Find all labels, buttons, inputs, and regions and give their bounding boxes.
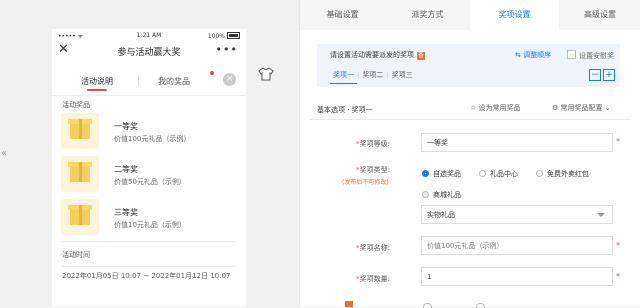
radio-icon [479,170,486,177]
prize-item: 三等奖 价值10元礼品（示例） [52,196,246,239]
prize-name: 二等奖 [114,165,138,174]
prize-hint-card: 请设置活动需要派发的奖项备 ⇆ 调整顺序 设置安慰奖 奖项一 | 奖项二 | 奖项三 −… [317,44,620,87]
quantity-input[interactable]: 1 [421,267,613,286]
gift-box-icon [61,156,99,192]
prize-tabs: 奖项一 | 奖项二 | 奖项三 [330,70,416,84]
settings-tabs: 基础设置 派奖方式 奖项设置 高级设置 [300,0,640,30]
tab-prize-settings[interactable]: 奖项设置 [470,0,559,30]
common-prize-config-button[interactable]: ⚙ 常用奖品配置 ⌄ [552,103,611,113]
tab-my-prizes[interactable]: 我的奖品 [158,76,190,87]
prize-desc: 价值50元礼品（示例） [114,178,186,186]
tab-basic-settings[interactable]: 基础设置 [300,0,385,30]
activity-time-value: 2022年01月05日 10:07 ~ 2022年01月12日 10:07 [62,272,231,280]
tab-advanced-settings[interactable]: 高级设置 [559,0,640,30]
consolation-prize-checkbox[interactable]: 设置安慰奖 [567,50,614,61]
tab-divider [138,75,139,86]
gift-box-icon [61,199,99,235]
radio-icon [422,191,429,198]
required-mark: * [616,272,620,281]
activity-time-label: 活动时间 [62,251,90,259]
collapse-arrow-icon[interactable]: « [1,148,7,159]
prize-name-input[interactable]: 价值100元礼品（示例） [421,236,613,255]
settings-panel: 基础设置 派奖方式 奖项设置 高级设置 请设置活动需要派发的奖项备 ⇆ 调整顺序… [299,0,640,308]
battery-indicator: 100% [208,32,240,40]
battery-percent: 100% [207,33,225,40]
type-option-mall[interactable]: 商城礼品 [422,190,461,200]
basic-options-title: 基本选项 · 奖项一 [317,106,373,114]
level-label: *奖项等级: [356,140,390,148]
tab-activity-info[interactable]: 活动说明 [81,76,113,91]
radio-selected-icon [422,170,429,177]
gift-box-icon [61,113,99,149]
radio-icon [536,170,543,177]
hint-badge-icon: 备 [417,52,425,60]
set-common-prize-button[interactable]: ☆ 设为常用奖品 [470,103,521,113]
remove-prize-button[interactable]: − [589,69,601,81]
more-icon[interactable]: ••• [216,43,238,56]
tab-award-method[interactable]: 派奖方式 [385,0,470,30]
type-option-takeout[interactable]: 免费外卖红包 [536,169,589,179]
divider [62,241,236,242]
type-label: *奖项类型: [356,166,390,174]
tab-prize-3[interactable]: 奖项三 [389,70,416,83]
tab-prize-1[interactable]: 奖项一 [330,70,357,84]
tab-prize-2[interactable]: 奖项二 [359,70,386,83]
type-sublabel: (发布后不可修改) [342,179,389,186]
preview-navbar: ✕ 参与活动赢大奖 ••• [52,42,246,60]
quantity-label: *奖项数量: [356,275,390,283]
name-label: *奖项名称: [356,244,390,252]
type-option-custom[interactable]: 自选奖品 [422,169,461,179]
chevron-down-icon [597,213,605,217]
battery-icon [227,32,240,39]
status-bar: ••••• ᯤ 1:21 AM 100% [52,29,246,42]
required-mark: * [616,241,620,250]
preview-tabs: 活动说明 我的奖品 × [52,60,246,96]
prizes-section-label: 活动奖品 [62,101,90,109]
level-input[interactable]: 一等奖 [421,133,613,152]
divider [310,119,631,120]
radio-icon[interactable] [423,303,432,308]
circle-close-icon[interactable]: × [223,73,236,86]
type-option-gift-center[interactable]: 礼品中心 [479,169,518,179]
notification-dot [210,71,214,75]
prize-name: 一等奖 [114,122,138,131]
prize-desc: 价值10元礼品（示例） [114,221,186,229]
reorder-button[interactable]: ⇆ 调整顺序 [515,50,551,60]
required-mark: * [616,137,620,146]
add-prize-button[interactable]: + [603,69,615,81]
divider [62,266,236,267]
type-select[interactable]: 实物礼品 [421,205,613,224]
checkbox-icon[interactable] [567,50,576,59]
prize-hint-text: 请设置活动需要派发的奖项备 [330,51,425,60]
prize-name: 三等奖 [114,208,138,217]
prize-item: 二等奖 价值50元礼品（示例） [52,153,246,196]
prize-desc: 价值100元礼品（示例） [114,135,191,143]
prize-item: 一等奖 价值100元礼品（示例） [52,110,246,153]
mobile-preview: ••••• ᯤ 1:21 AM 100% ✕ 参与活动赢大奖 ••• 活动说明 … [52,29,246,307]
radio-icon[interactable] [476,303,485,308]
theme-shirt-icon[interactable] [258,67,274,81]
hint-badge-icon [345,301,353,307]
